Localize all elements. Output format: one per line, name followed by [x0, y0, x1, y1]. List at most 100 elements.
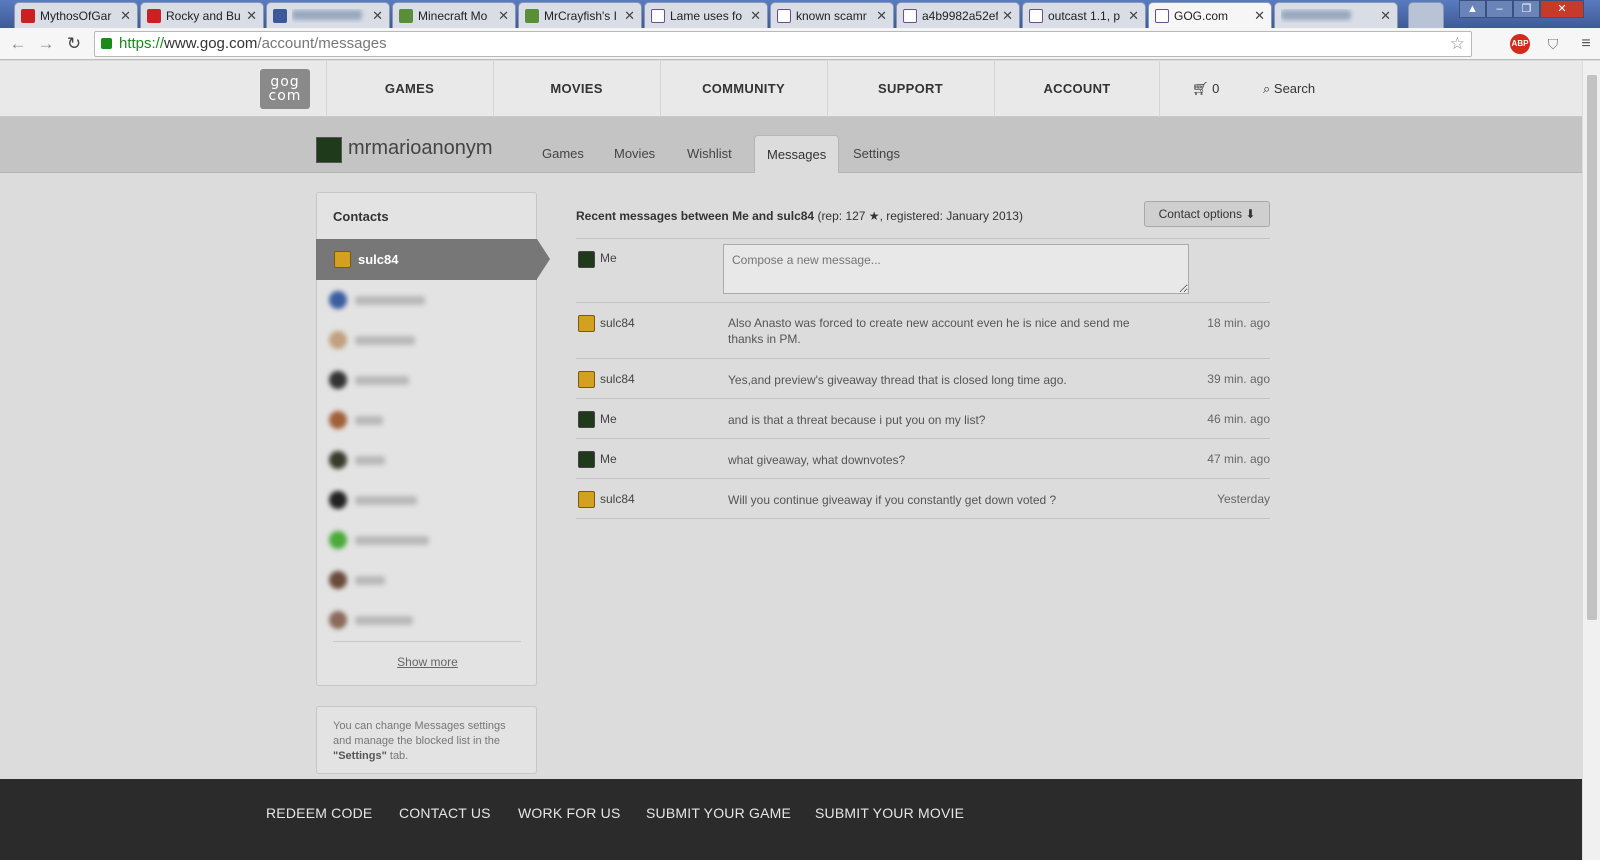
contact-name: sulc84: [358, 252, 399, 267]
footer-redeem-code[interactable]: REDEEM CODE: [266, 805, 372, 821]
contact-item-blurred[interactable]: [329, 569, 385, 591]
compose-row: Me: [576, 238, 1270, 302]
facebook-icon: [273, 8, 287, 23]
url-host: www.gog.com: [164, 35, 258, 52]
restore-icon[interactable]: ❐: [1513, 0, 1540, 18]
menu-icon[interactable]: ≡: [1576, 34, 1596, 54]
footer-work-for-us[interactable]: WORK FOR US: [518, 805, 621, 821]
contact-item-blurred[interactable]: [329, 449, 385, 471]
bookmark-star-icon[interactable]: ☆: [1450, 32, 1465, 56]
new-tab-button[interactable]: [1408, 2, 1444, 28]
browser-tab[interactable]: Minecraft Mo ✕: [392, 2, 516, 28]
contact-options-button[interactable]: Contact options ⬇︎: [1144, 201, 1270, 227]
browser-tab[interactable]: MythosOfGar ✕: [14, 2, 138, 28]
forward-icon[interactable]: →: [36, 34, 56, 54]
sender-name[interactable]: sulc84: [600, 372, 635, 386]
user-icon[interactable]: ▲: [1459, 0, 1486, 18]
contacts-title: Contacts: [333, 209, 389, 224]
browser-tab[interactable]: Rocky and Bu ✕: [140, 2, 264, 28]
settings-note: You can change Messages settings and man…: [316, 706, 537, 774]
contact-item-blurred[interactable]: [329, 369, 409, 391]
message-time: 46 min. ago: [1207, 412, 1270, 426]
browser-tab-label: a4b9982a52ef: [922, 8, 999, 23]
table-row: sulc84 Also Anasto was forced to create …: [576, 302, 1270, 358]
close-icon[interactable]: ✕: [1128, 8, 1139, 24]
message-text: and is that a threat because i put you o…: [728, 413, 986, 427]
close-icon[interactable]: ✕: [372, 8, 383, 24]
logo-text-top: gog: [270, 74, 300, 90]
cart-icon: 🛒︎: [1192, 81, 1209, 96]
nav-community[interactable]: COMMUNITY: [660, 61, 826, 117]
close-icon[interactable]: ✕: [750, 8, 761, 24]
browser-tab[interactable]: known scamr ✕: [770, 2, 894, 28]
messages-table: Me sulc84 Also Anasto was forced to crea…: [576, 238, 1270, 519]
tab-wishlist[interactable]: Wishlist: [675, 135, 744, 173]
close-icon[interactable]: ✕: [246, 8, 257, 24]
message-text: Will you continue giveaway if you consta…: [728, 493, 1057, 507]
avatar: [578, 371, 595, 388]
message-time: 47 min. ago: [1207, 452, 1270, 466]
browser-tab[interactable]: a4b9982a52ef ✕: [896, 2, 1020, 28]
close-icon[interactable]: ✕: [1254, 8, 1265, 24]
cart-button[interactable]: 🛒︎ 0: [1192, 61, 1219, 117]
gog-icon: [1029, 8, 1043, 23]
browser-tab[interactable]: outcast 1.1, p ✕: [1022, 2, 1146, 28]
adblock-icon[interactable]: ABP: [1510, 34, 1530, 54]
browser-tab-label: known scamr: [796, 8, 867, 23]
nav-account[interactable]: ACCOUNT: [994, 61, 1160, 117]
footer-submit-your-game[interactable]: SUBMIT YOUR GAME: [646, 805, 791, 821]
cart-count: 0: [1212, 81, 1220, 96]
close-icon[interactable]: ✕: [876, 8, 887, 24]
browser-tab-active[interactable]: GOG.com ✕: [1148, 2, 1272, 28]
tab-games[interactable]: Games: [530, 135, 596, 173]
contact-item-active[interactable]: sulc84: [316, 239, 550, 280]
browser-tab[interactable]: Lame uses fo ✕: [644, 2, 768, 28]
footer-submit-your-movie[interactable]: SUBMIT YOUR MOVIE: [815, 805, 964, 821]
message-time: 39 min. ago: [1207, 372, 1270, 386]
back-icon[interactable]: ←: [8, 34, 28, 54]
nav-movies[interactable]: MOVIES: [493, 61, 659, 117]
close-window-icon[interactable]: ✕: [1540, 0, 1584, 18]
message-time: Yesterday: [1217, 492, 1270, 506]
page-viewport: gog com GAMES MOVIES COMMUNITY SUPPORT A…: [0, 61, 1582, 860]
browser-tab[interactable]: MrCrayfish's I ✕: [518, 2, 642, 28]
tab-movies[interactable]: Movies: [602, 135, 667, 173]
contact-item-blurred[interactable]: [329, 289, 425, 311]
tab-settings[interactable]: Settings: [841, 135, 912, 173]
reload-icon[interactable]: ↻: [64, 34, 84, 54]
contact-item-blurred[interactable]: [329, 489, 417, 511]
search-button[interactable]: ⌕ Search: [1263, 61, 1315, 117]
contact-item-blurred[interactable]: [329, 609, 413, 631]
compose-message-input[interactable]: [723, 244, 1189, 294]
contact-item-blurred[interactable]: [329, 329, 415, 351]
shield-icon[interactable]: ⛉: [1543, 34, 1563, 54]
contact-item-blurred[interactable]: [329, 529, 429, 551]
nav-games[interactable]: GAMES: [326, 61, 492, 117]
sender-name[interactable]: Me: [600, 412, 617, 426]
youtube-icon: [147, 8, 161, 23]
sender-name[interactable]: sulc84: [600, 316, 635, 330]
browser-tab-label: Minecraft Mo: [418, 8, 488, 23]
contact-item-blurred[interactable]: [329, 409, 383, 431]
browser-tab[interactable]: ✕: [266, 2, 390, 28]
browser-tab[interactable]: ✕: [1274, 2, 1398, 28]
close-icon[interactable]: ✕: [1380, 8, 1391, 24]
address-bar[interactable]: https://www.gog.com/account/messages ☆: [94, 31, 1472, 57]
nav-support[interactable]: SUPPORT: [827, 61, 993, 117]
show-more-link[interactable]: Show more: [317, 655, 538, 669]
search-icon: ⌕: [1263, 81, 1271, 96]
message-time: 18 min. ago: [1207, 316, 1270, 330]
close-icon[interactable]: ✕: [498, 8, 509, 24]
scrollbar[interactable]: [1582, 61, 1600, 860]
avatar: [578, 315, 595, 332]
tab-messages[interactable]: Messages: [754, 135, 840, 173]
close-icon[interactable]: ✕: [1002, 8, 1013, 24]
minimize-icon[interactable]: –: [1486, 0, 1513, 18]
footer-contact-us[interactable]: CONTACT US: [399, 805, 491, 821]
close-icon[interactable]: ✕: [120, 8, 131, 24]
sender-name[interactable]: sulc84: [600, 492, 635, 506]
close-icon[interactable]: ✕: [624, 8, 635, 24]
sender-name[interactable]: Me: [600, 452, 617, 466]
gog-logo[interactable]: gog com: [260, 69, 310, 109]
scrollbar-thumb[interactable]: [1587, 75, 1597, 620]
